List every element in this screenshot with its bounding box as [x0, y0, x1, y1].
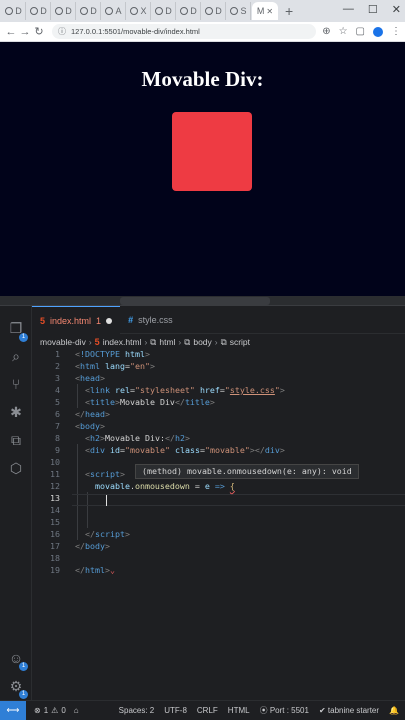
browser-tab-strip: D D D D A X D D D S M ✕ + — ☐ ✕ [0, 0, 405, 22]
command-center[interactable] [120, 297, 270, 305]
tabnine-status[interactable]: ✔ tabnine starter [319, 706, 379, 715]
globe-icon [55, 7, 64, 15]
sync-icon[interactable]: ⌂ [74, 706, 79, 715]
avatar[interactable] [373, 26, 383, 37]
globe-icon [130, 7, 139, 15]
debug-icon[interactable]: ✱ [8, 404, 24, 420]
tab-style-css[interactable]: # style.css [120, 306, 181, 334]
code-editor[interactable]: 1 <!DOCTYPE html> 2 <html lang="en"> 3 <hea… [32, 348, 405, 700]
tab-index-html[interactable]: 5 index.html 1 [32, 306, 121, 334]
css-file-icon: # [128, 315, 134, 325]
browser-tab[interactable]: D [2, 2, 26, 20]
address-bar: ← → ↻ ⓘ 127.0.0.1:5501/movable-div/index… [0, 22, 405, 42]
globe-icon [5, 7, 14, 15]
close-icon[interactable]: ✕ [266, 7, 273, 16]
html-file-icon: 5 [40, 315, 46, 326]
page-title: Movable Div: [141, 67, 264, 91]
url-text: 127.0.0.1:5501/movable-div/index.html [71, 27, 200, 36]
element-icon: ⧉ [184, 336, 191, 347]
element-icon: ⧉ [220, 336, 227, 347]
browser-tab[interactable]: S [227, 2, 251, 20]
browser-tab[interactable]: D [77, 2, 101, 20]
close-window-icon[interactable]: ✕ [392, 3, 401, 16]
globe-icon [155, 7, 164, 15]
browser-tab-active[interactable]: M ✕ [252, 2, 278, 20]
live-server-port[interactable]: ⦿ Port : 5501 [260, 705, 309, 716]
back-icon[interactable]: ← [4, 26, 18, 38]
status-bar: ⟷ ⊗ 1 ⚠ 0 ⌂ Spaces: 2 UTF-8 CRLF HTML ⦿ Po… [0, 700, 405, 720]
breadcrumb: movable-div › 5 index.html › ⧉ html › ⧉ bod… [40, 336, 251, 348]
movable-box[interactable] [172, 112, 252, 191]
browser-tab[interactable]: A [102, 2, 126, 20]
text-cursor [106, 495, 107, 506]
check-icon: ✔ [318, 706, 326, 715]
forward-icon[interactable]: → [18, 26, 32, 38]
new-tab-icon[interactable]: + [285, 3, 293, 19]
editor-tabs: 5 index.html 1 # style.css [32, 306, 405, 334]
eol-setting[interactable]: CRLF [197, 706, 218, 715]
browser-tab[interactable]: D [152, 2, 176, 20]
menu-kebab-icon[interactable]: ⋮ [391, 26, 401, 37]
extensions-icon[interactable]: ⧉ [8, 432, 24, 448]
globe-icon [205, 7, 214, 15]
explorer-badge: 1 [19, 333, 28, 342]
globe-icon [105, 7, 114, 15]
browser-tab[interactable]: D [27, 2, 51, 20]
window-controls: — ☐ ✕ [343, 3, 401, 16]
account-badge: 1 [19, 662, 28, 671]
search-icon[interactable]: ⌕ [8, 348, 24, 364]
unsaved-dot-icon[interactable] [106, 317, 113, 324]
vscode-titlebar [0, 296, 405, 306]
maximize-icon[interactable]: ☐ [368, 3, 378, 16]
indent-setting[interactable]: Spaces: 2 [119, 706, 155, 715]
bookmark-star-icon[interactable]: ☆ [339, 26, 348, 37]
page-viewport: Movable Div: [0, 42, 405, 296]
browser-tab[interactable]: D [177, 2, 201, 20]
minimize-icon[interactable]: — [343, 3, 354, 16]
hover-tooltip: (method) movable.onmousedown(e: any): vo… [135, 464, 359, 479]
problems-indicator[interactable]: ⊗ 1 ⚠ 0 [34, 706, 66, 715]
url-input[interactable]: ⓘ 127.0.0.1:5501/movable-div/index.html [52, 24, 317, 39]
reload-icon[interactable]: ↻ [32, 25, 46, 38]
browser-tab[interactable]: D [202, 2, 226, 20]
vscode-window: ❐ 1 ⌕ ⑂ ✱ ⧉ ⬡ ☺ 1 ⚙ 1 5 index.html 1 # s… [0, 296, 405, 720]
remote-explorer-icon[interactable]: ⬡ [8, 460, 24, 476]
site-info-icon[interactable]: ⓘ [58, 26, 66, 37]
encoding-setting[interactable]: UTF-8 [164, 706, 187, 715]
zoom-icon[interactable]: ⊕ [322, 26, 330, 37]
globe-icon [80, 7, 89, 15]
element-icon: ⧉ [150, 336, 157, 347]
error-icon: ⊗ [34, 706, 41, 715]
settings-badge: 1 [19, 690, 28, 699]
remote-indicator-icon[interactable]: ⟷ [0, 701, 26, 720]
language-mode[interactable]: HTML [228, 706, 250, 715]
html-file-icon: 5 [94, 337, 100, 347]
globe-icon [30, 7, 39, 15]
bell-icon[interactable]: 🔔 [389, 706, 399, 715]
source-control-icon[interactable]: ⑂ [8, 376, 24, 392]
globe-icon [230, 7, 239, 15]
broadcast-icon: ⦿ [259, 706, 268, 715]
browser-tab[interactable]: D [52, 2, 76, 20]
browser-tab[interactable]: X [127, 2, 151, 20]
warning-icon: ⚠ [51, 706, 59, 715]
extensions-icon[interactable]: ▢ [356, 26, 365, 37]
globe-icon [180, 7, 189, 15]
activity-bar: ❐ 1 ⌕ ⑂ ✱ ⧉ ⬡ ☺ 1 ⚙ 1 [0, 306, 32, 700]
